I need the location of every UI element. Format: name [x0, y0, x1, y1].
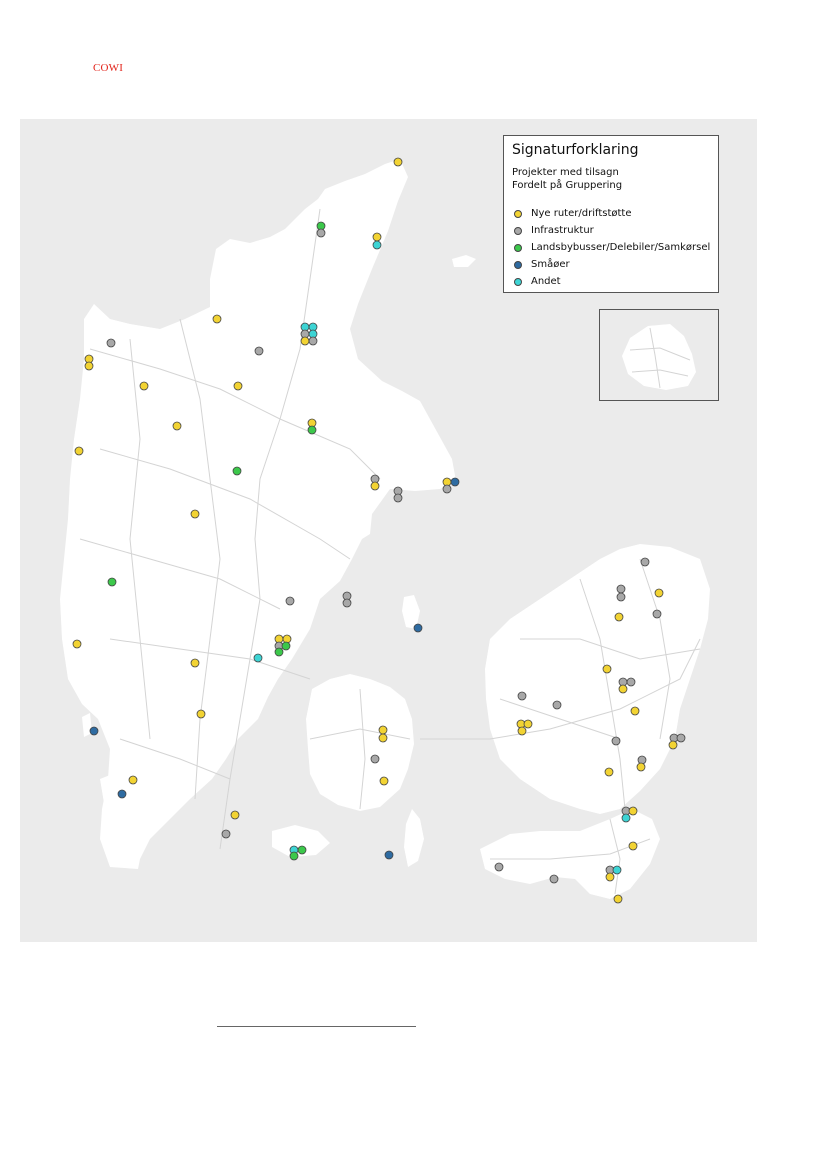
project-point[interactable] [308, 336, 318, 346]
project-point[interactable] [232, 466, 242, 476]
project-point[interactable] [72, 639, 82, 649]
legend-subtitle-1: Projekter med tilsagn [512, 167, 619, 178]
legend-label: Andet [531, 276, 561, 287]
project-point[interactable] [517, 691, 527, 701]
project-point[interactable] [602, 664, 612, 674]
legend-label: Landsbybusser/Delebiler/Samkørsel [531, 242, 711, 253]
project-point[interactable] [253, 653, 263, 663]
project-point[interactable] [640, 557, 650, 567]
project-point[interactable] [190, 509, 200, 519]
project-point[interactable] [612, 865, 622, 875]
project-point[interactable] [393, 157, 403, 167]
project-point[interactable] [117, 789, 127, 799]
project-point[interactable] [628, 806, 638, 816]
project-point[interactable] [450, 477, 460, 487]
legend-list: Nye ruter/driftstøtte Infrastruktur Land… [512, 205, 710, 290]
project-point[interactable] [523, 719, 533, 729]
project-point[interactable] [316, 228, 326, 238]
project-point[interactable] [549, 874, 559, 884]
project-point[interactable] [196, 709, 206, 719]
legend-item-landsbybusser: Landsbybusser/Delebiler/Samkørsel [512, 239, 710, 256]
project-point[interactable] [668, 740, 678, 750]
project-point[interactable] [212, 314, 222, 324]
project-point[interactable] [190, 658, 200, 668]
footnote-separator [217, 1026, 416, 1027]
company-logo: COWI [93, 62, 124, 74]
project-point[interactable] [413, 623, 423, 633]
legend-dot-icon [514, 226, 522, 235]
legend-item-nye-ruter: Nye ruter/driftstøtte [512, 205, 710, 222]
project-point[interactable] [626, 677, 636, 687]
project-point[interactable] [605, 872, 615, 882]
project-point[interactable] [254, 346, 264, 356]
map-legend: Signaturforklaring Projekter med tilsagn… [503, 135, 719, 293]
zealand-landmass [485, 544, 710, 814]
project-point[interactable] [652, 609, 662, 619]
project-point[interactable] [611, 736, 621, 746]
project-point[interactable] [372, 240, 382, 250]
project-point[interactable] [128, 775, 138, 785]
project-point[interactable] [552, 700, 562, 710]
langeland-island [404, 809, 424, 867]
legend-subtitle-2: Fordelt på Gruppering [512, 180, 623, 191]
project-point[interactable] [393, 493, 403, 503]
project-point[interactable] [89, 726, 99, 736]
legend-dot-icon [514, 277, 522, 286]
project-point[interactable] [517, 726, 527, 736]
project-point[interactable] [384, 850, 394, 860]
project-point[interactable] [221, 829, 231, 839]
project-point[interactable] [285, 596, 295, 606]
project-point[interactable] [616, 592, 626, 602]
project-point[interactable] [230, 810, 240, 820]
project-point[interactable] [274, 647, 284, 657]
project-point[interactable] [614, 612, 624, 622]
legend-dot-icon [514, 260, 522, 269]
legend-item-smaaoer: Småøer [512, 256, 710, 273]
romo-island [100, 775, 112, 803]
project-point[interactable] [379, 776, 389, 786]
project-point[interactable] [370, 481, 380, 491]
project-point[interactable] [630, 706, 640, 716]
legend-label: Småøer [531, 259, 570, 270]
project-point[interactable] [618, 684, 628, 694]
project-point[interactable] [297, 845, 307, 855]
legend-title: Signaturforklaring [512, 142, 639, 158]
project-point[interactable] [494, 862, 504, 872]
project-point[interactable] [378, 725, 388, 735]
lolland-falster-landmass [480, 809, 660, 899]
project-point[interactable] [233, 381, 243, 391]
project-point[interactable] [621, 813, 631, 823]
project-point[interactable] [372, 232, 382, 242]
project-point[interactable] [616, 584, 626, 594]
project-point[interactable] [342, 598, 352, 608]
project-point[interactable] [107, 577, 117, 587]
legend-label: Nye ruter/driftstøtte [531, 208, 632, 219]
legend-item-andet: Andet [512, 273, 710, 290]
bornholm-canvas [622, 324, 696, 390]
legend-dot-icon [514, 243, 522, 252]
bornholm-inset-map [599, 309, 719, 401]
project-point[interactable] [654, 588, 664, 598]
project-point[interactable] [676, 733, 686, 743]
project-point[interactable] [74, 446, 84, 456]
legend-item-infrastruktur: Infrastruktur [512, 222, 710, 239]
project-point[interactable] [84, 361, 94, 371]
legend-label: Infrastruktur [531, 225, 594, 236]
project-point[interactable] [106, 338, 116, 348]
project-point[interactable] [289, 851, 299, 861]
project-point[interactable] [636, 762, 646, 772]
project-point[interactable] [172, 421, 182, 431]
project-point[interactable] [378, 733, 388, 743]
project-point[interactable] [442, 484, 452, 494]
project-point[interactable] [604, 767, 614, 777]
anholt-island [452, 255, 476, 267]
project-point[interactable] [139, 381, 149, 391]
project-point[interactable] [281, 641, 291, 651]
legend-dot-icon [514, 209, 522, 218]
project-point[interactable] [628, 841, 638, 851]
project-point[interactable] [300, 336, 310, 346]
project-point[interactable] [613, 894, 623, 904]
project-point[interactable] [307, 425, 317, 435]
project-point[interactable] [370, 754, 380, 764]
